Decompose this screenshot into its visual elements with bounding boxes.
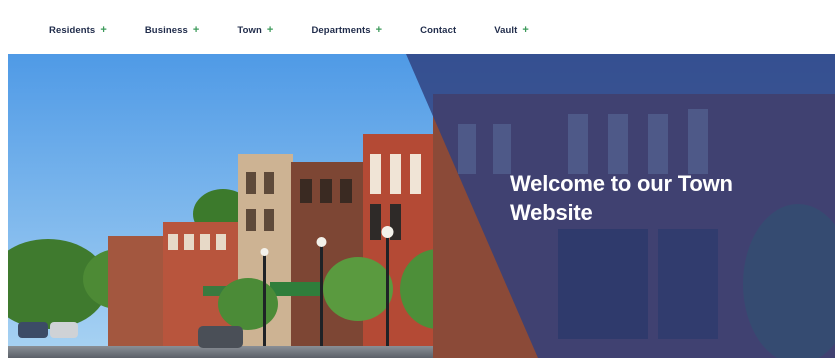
nav-item-label: Town <box>237 24 262 36</box>
nav-item-business[interactable]: Business + <box>126 15 219 45</box>
nav-item-label: Business <box>144 24 188 36</box>
hero-banner: Welcome to our Town Website <box>8 54 835 358</box>
nav-item-label: Contact <box>420 24 457 36</box>
top-navigation-bar: Residents + Business + Town + Department… <box>0 0 835 54</box>
nav-item-departments[interactable]: Departments + <box>292 15 401 45</box>
main-nav: Residents + Business + Town + Department… <box>30 12 548 48</box>
plus-icon: + <box>266 24 274 36</box>
nav-item-residents[interactable]: Residents + <box>30 15 126 45</box>
plus-icon: + <box>100 24 107 36</box>
nav-item-label: Residents <box>49 24 96 36</box>
nav-item-label: Vault <box>494 24 518 36</box>
plus-icon: + <box>192 24 200 36</box>
plus-icon: + <box>375 24 383 36</box>
nav-item-town[interactable]: Town + <box>218 15 292 45</box>
plus-icon: + <box>522 24 529 36</box>
nav-item-contact[interactable]: Contact <box>401 15 475 45</box>
nav-item-vault[interactable]: Vault + <box>475 15 548 45</box>
nav-item-label: Departments <box>311 24 371 36</box>
hero-title: Welcome to our Town Website <box>510 171 733 225</box>
